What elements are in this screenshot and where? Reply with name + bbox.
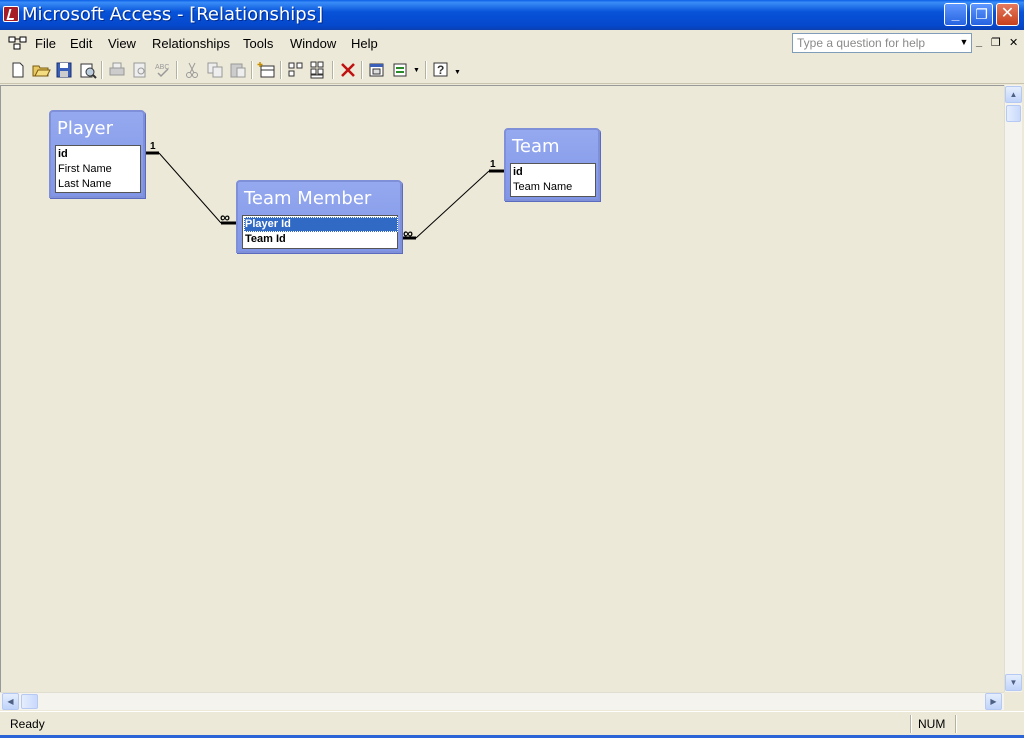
scroll-up-icon[interactable]: ▲ <box>1005 86 1022 103</box>
show-direct-icon[interactable] <box>286 60 306 80</box>
paste-icon[interactable] <box>228 60 248 80</box>
table-team-title: Team <box>512 136 560 157</box>
status-divider <box>910 715 912 733</box>
horizontal-scrollbar[interactable]: ◀ ▶ <box>0 692 1004 710</box>
num-lock-indicator: NUM <box>918 717 946 731</box>
table-team-field-list: id Team Name <box>510 163 596 197</box>
field-id[interactable]: id <box>512 165 596 180</box>
copy-icon[interactable] <box>205 60 225 80</box>
print-icon[interactable] <box>107 60 127 80</box>
relationship-many-label: ∞ <box>220 209 230 225</box>
menu-bar: File Edit View Relationships Tools Windo… <box>0 30 1024 56</box>
scroll-left-icon[interactable]: ◀ <box>2 693 19 710</box>
menu-help[interactable]: Help <box>351 36 378 51</box>
join-line-team <box>415 170 490 239</box>
new-icon[interactable] <box>8 60 28 80</box>
relationship-one-label: 1 <box>150 141 156 152</box>
status-text: Ready <box>10 717 45 731</box>
field-id[interactable]: id <box>57 147 141 162</box>
relationship-toolbar: ABC ▼ ? ▼ <box>0 56 1024 84</box>
menu-edit[interactable]: Edit <box>70 36 92 51</box>
close-button[interactable]: ✕ <box>996 3 1019 26</box>
scroll-right-icon[interactable]: ▶ <box>985 693 1002 710</box>
title-bar: Microsoft Access - [Relationships] _ ❐ ✕ <box>0 0 1024 30</box>
relationship-one-label: 1 <box>490 159 496 170</box>
relationships-canvas[interactable]: 1 ∞ 1 ∞ Player id First Name Last Name T… <box>0 85 1004 692</box>
join-line-player <box>158 152 222 224</box>
menu-window[interactable]: Window <box>290 36 336 51</box>
field-last-name[interactable]: Last Name <box>57 177 141 192</box>
new-object-icon[interactable] <box>367 60 387 80</box>
horizontal-scroll-thumb[interactable] <box>21 694 38 709</box>
relationships-window-icon[interactable] <box>8 36 28 50</box>
table-player[interactable]: Player id First Name Last Name <box>49 110 145 198</box>
restore-button[interactable]: ❐ <box>970 3 993 26</box>
svg-text:?: ? <box>437 63 444 77</box>
menu-view[interactable]: View <box>108 36 136 51</box>
chevron-down-icon[interactable]: ▼ <box>413 67 420 74</box>
scroll-down-icon[interactable]: ▼ <box>1005 674 1022 691</box>
menu-tools[interactable]: Tools <box>243 36 273 51</box>
office-links-icon[interactable] <box>391 60 411 80</box>
status-bar: Ready NUM <box>0 711 1024 735</box>
print-preview-icon[interactable] <box>78 60 98 80</box>
table-team-member[interactable]: Team Member Player Id Team Id <box>236 180 402 253</box>
mdi-close-button[interactable]: ✕ <box>1009 36 1018 49</box>
show-all-icon[interactable] <box>309 60 329 80</box>
table-player-title: Player <box>57 118 114 139</box>
table-team-member-title: Team Member <box>244 188 372 209</box>
cut-icon[interactable] <box>182 60 202 80</box>
menu-relationships[interactable]: Relationships <box>152 36 230 51</box>
vertical-scroll-thumb[interactable] <box>1006 105 1021 122</box>
delete-icon[interactable] <box>338 60 358 80</box>
table-team[interactable]: Team id Team Name <box>504 128 600 201</box>
field-team-id[interactable]: Team Id <box>244 232 398 247</box>
save-icon[interactable] <box>54 60 74 80</box>
scroll-corner <box>1004 692 1022 710</box>
help-icon[interactable]: ? <box>431 60 451 80</box>
chevron-down-icon[interactable]: ▼ <box>958 34 970 50</box>
relationship-lines <box>144 151 504 240</box>
field-team-name[interactable]: Team Name <box>512 180 596 195</box>
table-player-field-list: id First Name Last Name <box>55 145 141 193</box>
chevron-down-icon[interactable]: ▼ <box>454 69 461 76</box>
field-first-name[interactable]: First Name <box>57 162 141 177</box>
field-player-id[interactable]: Player Id <box>244 217 398 232</box>
access-app-icon[interactable] <box>3 6 19 22</box>
table-team-member-field-list: Player Id Team Id <box>242 215 398 249</box>
menu-file[interactable]: File <box>35 36 56 51</box>
vertical-scrollbar[interactable]: ▲ ▼ <box>1004 85 1022 692</box>
show-table-icon[interactable] <box>257 60 277 80</box>
preview-icon[interactable] <box>130 60 150 80</box>
open-icon[interactable] <box>31 60 51 80</box>
mdi-restore-button[interactable]: ❐ <box>991 36 1001 49</box>
status-divider <box>955 715 957 733</box>
window-title: Microsoft Access - [Relationships] <box>22 4 324 25</box>
relationship-many-label: ∞ <box>403 225 413 241</box>
spelling-icon[interactable]: ABC <box>153 60 173 80</box>
mdi-minimize-button[interactable]: _ <box>976 36 982 48</box>
minimize-button[interactable]: _ <box>944 3 967 26</box>
help-question-input[interactable]: Type a question for help <box>792 33 972 53</box>
